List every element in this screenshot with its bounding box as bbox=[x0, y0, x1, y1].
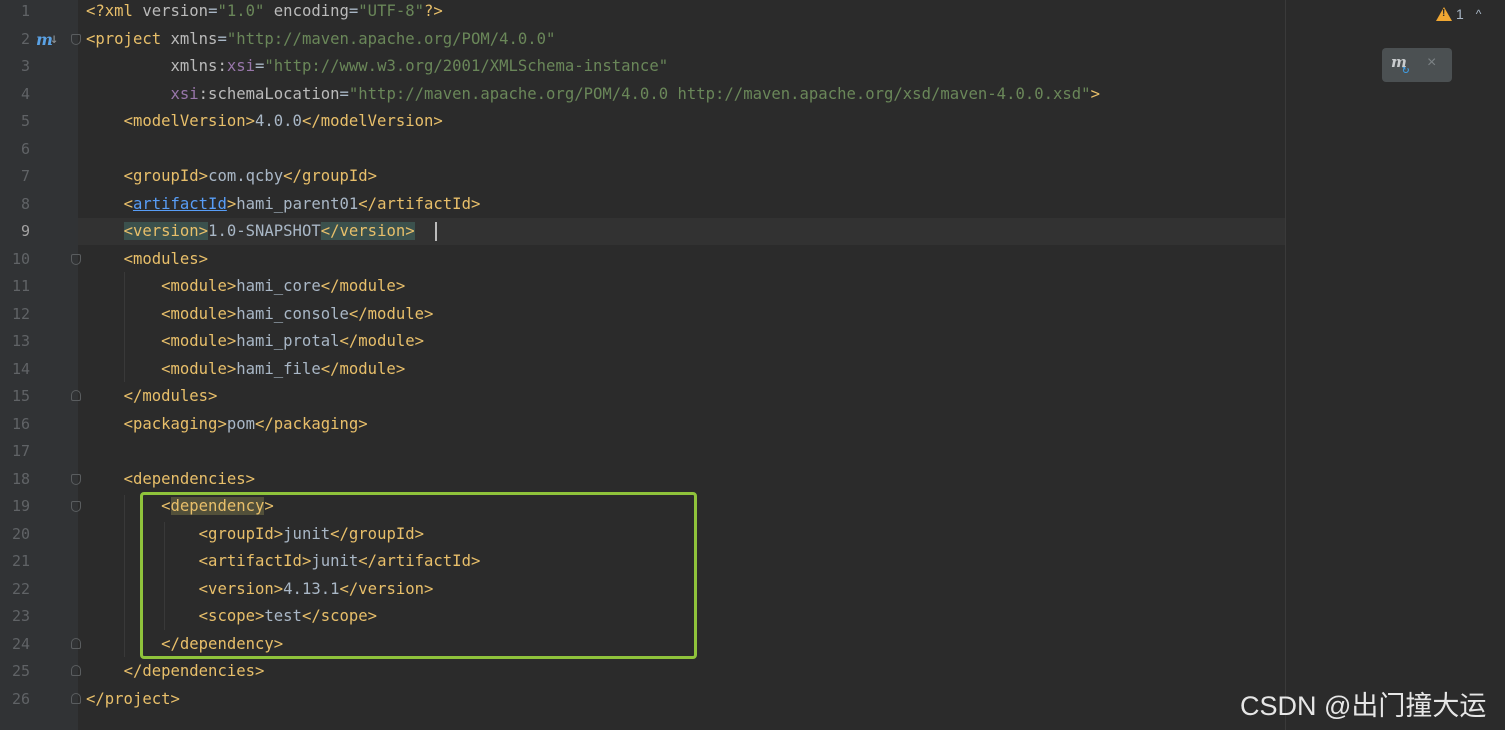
line-number: 5 bbox=[20, 112, 30, 130]
code-line-25[interactable]: </dependencies> bbox=[86, 658, 265, 686]
fold-toggle-icon[interactable] bbox=[71, 474, 81, 485]
sync-icon[interactable]: ↻ bbox=[1402, 62, 1409, 76]
inspection-widget[interactable]: 1 ^ bbox=[1436, 4, 1481, 24]
line-number: 3 bbox=[20, 57, 30, 75]
code-line-9[interactable]: <version>1.0-SNAPSHOT</version> bbox=[86, 218, 415, 246]
maven-reload-popup: m ↻ × bbox=[1382, 48, 1452, 82]
close-icon[interactable]: × bbox=[1427, 54, 1436, 72]
fold-toggle-icon[interactable] bbox=[71, 254, 81, 265]
line-number: 16 bbox=[11, 414, 30, 433]
line-number: 15 bbox=[11, 387, 30, 405]
code-line-10[interactable]: <modules> bbox=[86, 246, 209, 274]
line-number: 23 bbox=[11, 607, 30, 625]
line-number: 19 bbox=[11, 497, 30, 515]
code-line-1[interactable]: <?xml version="1.0" encoding="UTF-8"?> bbox=[86, 0, 443, 26]
watermark: CSDN @出门撞大运 bbox=[1240, 691, 1487, 721]
line-number: 20 bbox=[11, 524, 30, 543]
code-line-3[interactable]: xmlns:xsi="http://www.w3.org/2001/XMLSch… bbox=[86, 53, 669, 81]
code-line-18[interactable]: <dependencies> bbox=[86, 466, 255, 494]
line-number: 6 bbox=[20, 139, 30, 158]
line-number: 21 bbox=[11, 552, 30, 570]
code-line-14[interactable]: <module>hami_file</module> bbox=[86, 356, 405, 384]
line-number: 4 bbox=[20, 84, 30, 103]
code-line-13[interactable]: <module>hami_protal</module> bbox=[86, 328, 424, 356]
line-number: 8 bbox=[20, 194, 30, 213]
line-number: 26 bbox=[11, 689, 30, 708]
line-number: 12 bbox=[11, 304, 30, 323]
code-line-12[interactable]: <module>hami_console</module> bbox=[86, 301, 433, 329]
line-number: 17 bbox=[11, 442, 30, 460]
fold-toggle-icon[interactable] bbox=[71, 501, 81, 512]
navigate-down-icon[interactable]: ↓ bbox=[50, 31, 58, 47]
fold-toggle-icon[interactable] bbox=[71, 665, 81, 676]
line-number: 24 bbox=[11, 634, 30, 653]
code-line-2[interactable]: <project xmlns="http://maven.apache.org/… bbox=[86, 26, 555, 54]
code-line-8[interactable]: <artifactId>hami_parent01</artifactId> bbox=[86, 191, 481, 219]
line-number: 25 bbox=[11, 662, 30, 680]
line-number: 11 bbox=[11, 277, 30, 295]
fold-toggle-icon[interactable] bbox=[71, 638, 81, 649]
artifactid-link[interactable]: artifactId bbox=[133, 195, 227, 213]
code-line-16[interactable]: <packaging>pom</packaging> bbox=[86, 411, 368, 439]
line-number: 1 bbox=[20, 2, 30, 20]
line-number: 13 bbox=[11, 332, 30, 350]
code-line-26[interactable]: </project> bbox=[86, 686, 180, 714]
fold-toggle-icon[interactable] bbox=[71, 390, 81, 401]
line-number: 7 bbox=[20, 167, 30, 185]
chevron-up-icon[interactable]: ^ bbox=[1476, 7, 1482, 21]
line-number-current: 9 bbox=[20, 222, 30, 240]
code-line-4[interactable]: xsi:schemaLocation="http://maven.apache.… bbox=[86, 81, 1100, 109]
line-number: 18 bbox=[11, 469, 30, 488]
fold-toggle-icon[interactable] bbox=[71, 34, 81, 45]
code-line-15[interactable]: </modules> bbox=[86, 383, 218, 411]
right-margin-guide bbox=[1285, 0, 1286, 730]
line-number: 14 bbox=[11, 359, 30, 378]
text-caret bbox=[435, 222, 437, 241]
line-number: 22 bbox=[11, 579, 30, 598]
warning-triangle-icon bbox=[1436, 7, 1452, 21]
code-line-7[interactable]: <groupId>com.qcby</groupId> bbox=[86, 163, 378, 191]
code-line-11[interactable]: <module>hami_core</module> bbox=[86, 273, 405, 301]
dependency-highlight-box bbox=[140, 492, 697, 659]
fold-toggle-icon[interactable] bbox=[71, 693, 81, 704]
line-number: 10 bbox=[11, 249, 30, 268]
code-line-5[interactable]: <modelVersion>4.0.0</modelVersion> bbox=[86, 108, 443, 136]
warning-count: 1 bbox=[1456, 6, 1464, 22]
line-number: 2 bbox=[20, 29, 30, 48]
